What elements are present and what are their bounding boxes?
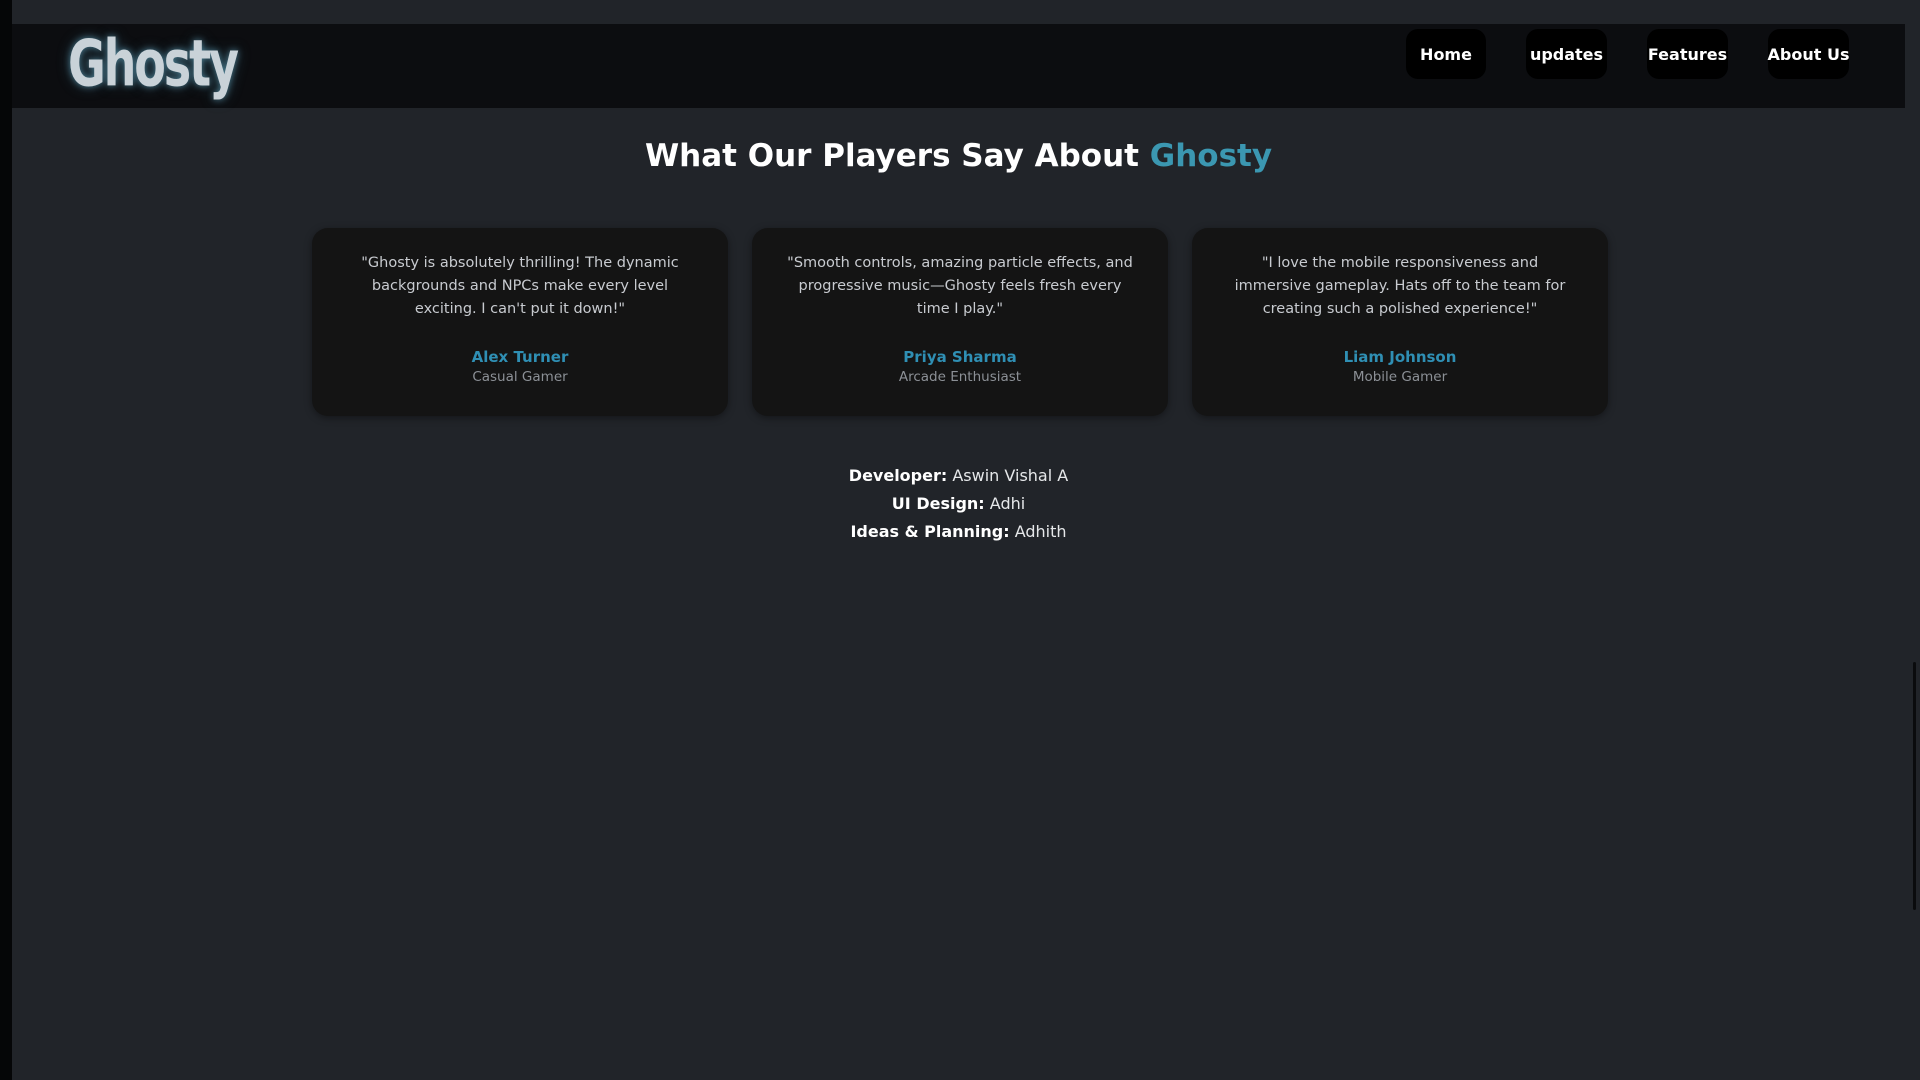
credit-value: Adhith: [1014, 522, 1067, 541]
nav-links: Home updates Features About Us: [1406, 29, 1849, 79]
testimonial-author: Alex Turner: [471, 348, 569, 366]
credit-label: Developer:: [848, 466, 948, 485]
scrollbar-thumb[interactable]: [1913, 662, 1916, 910]
nav-about-us-button[interactable]: About Us: [1768, 29, 1849, 79]
credit-value: Aswin Vishal A: [952, 466, 1069, 485]
testimonial-author: Priya Sharma: [903, 348, 1017, 366]
testimonial-quote: "Smooth controls, amazing particle effec…: [787, 255, 1133, 317]
scrollbar[interactable]: [1905, 0, 1920, 1080]
testimonial-author: Liam Johnson: [1343, 348, 1457, 366]
nav-home-button[interactable]: Home: [1406, 29, 1486, 79]
logo[interactable]: Ghosty: [68, 28, 239, 102]
testimonial-card: "Smooth controls, amazing particle effec…: [752, 228, 1168, 416]
credits: Developer: Aswin Vishal A UI Design: Adh…: [12, 462, 1905, 546]
testimonial-role: Arcade Enthusiast: [898, 369, 1022, 385]
testimonial-quote: "I love the mobile responsiveness and im…: [1234, 255, 1566, 317]
testimonial-role: Mobile Gamer: [1352, 369, 1448, 385]
heading-prefix: What Our Players Say About: [644, 138, 1150, 174]
nav-features-button[interactable]: Features: [1647, 29, 1728, 79]
navbar: Ghosty Home updates Features About Us: [12, 24, 1905, 108]
testimonial-cards: "Ghosty is absolutely thrilling! The dyn…: [312, 228, 1608, 416]
testimonial-card: "I love the mobile responsiveness and im…: [1192, 228, 1608, 416]
nav-updates-button[interactable]: updates: [1526, 29, 1607, 79]
credit-label: Ideas & Planning:: [850, 522, 1010, 541]
credit-ideas-planning: Ideas & Planning: Adhith: [12, 518, 1905, 546]
testimonial-role: Casual Gamer: [472, 369, 568, 385]
credit-value: Adhi: [989, 494, 1026, 513]
testimonials-heading: What Our Players Say About Ghosty: [12, 138, 1905, 174]
credit-developer: Developer: Aswin Vishal A: [12, 462, 1905, 490]
credit-label: UI Design:: [891, 494, 985, 513]
testimonial-card: "Ghosty is absolutely thrilling! The dyn…: [312, 228, 728, 416]
credit-ui-design: UI Design: Adhi: [12, 490, 1905, 518]
heading-accent: Ghosty: [1149, 138, 1273, 174]
testimonial-quote: "Ghosty is absolutely thrilling! The dyn…: [361, 255, 679, 317]
